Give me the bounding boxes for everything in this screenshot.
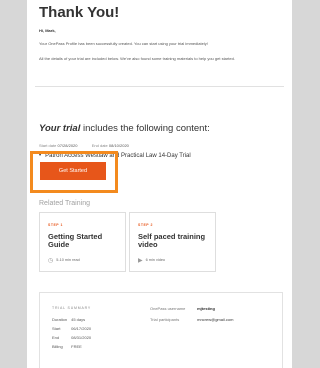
trial-heading-rest: includes the following content: xyxy=(80,123,210,134)
username-value: mjtesting xyxy=(197,306,215,311)
trial-heading: Your trial includes the following conten… xyxy=(39,123,210,134)
summary-row-duration: Duration 45 days xyxy=(52,317,85,322)
training-card-duration: 5-10 min read xyxy=(56,258,80,262)
trial-summary-heading: TRIAL SUMMARY xyxy=(52,306,91,310)
training-card-getting-started[interactable]: STEP 1 Getting Started Guide ◷ 5-10 min r… xyxy=(39,212,126,272)
training-card-video[interactable]: STEP 2 Self paced training video ▶ 6 min … xyxy=(129,212,216,272)
summary-label: Duration xyxy=(52,317,68,322)
training-card-meta: ▶ 6 min video xyxy=(138,257,165,264)
trial-dates: Start date 07/28/2020 End date 08/10/202… xyxy=(39,143,129,148)
details-paragraph: All the details of your trial are includ… xyxy=(39,56,235,61)
training-card-title: Getting Started Guide xyxy=(48,232,103,249)
summary-row-end: End 08/31/2020 xyxy=(52,335,91,340)
summary-value: 45 days xyxy=(71,317,86,322)
trial-heading-emphasis: Your trial xyxy=(39,123,81,134)
summary-value: FREE xyxy=(71,344,82,349)
training-card-title: Self paced training video xyxy=(138,232,206,249)
summary-row-start: Start 06/17/2020 xyxy=(52,326,91,331)
summary-participants: Trial participants mncrew@gmail.com xyxy=(150,317,233,322)
page-title: Thank You! xyxy=(39,4,120,21)
intro-paragraph: Your OnePass Profile has been successful… xyxy=(39,41,208,46)
play-icon: ▶ xyxy=(138,258,143,264)
summary-username: OnePass username mjtesting xyxy=(150,306,215,311)
summary-label: Start xyxy=(52,326,61,331)
greeting: Hi, Mark, xyxy=(39,28,56,33)
summary-label: Billing xyxy=(52,344,63,349)
training-card-meta: ◷ 5-10 min read xyxy=(48,257,80,264)
clock-icon: ◷ xyxy=(48,258,54,264)
end-date-value: 08/10/2020 xyxy=(108,143,129,148)
summary-value: 08/31/2020 xyxy=(71,335,92,340)
trial-summary-box: TRIAL SUMMARY Duration 45 days Start 06/… xyxy=(39,292,283,368)
training-card-duration: 6 min video xyxy=(145,258,166,262)
end-date-label: End date xyxy=(91,143,108,148)
start-date-value: 07/28/2020 xyxy=(57,143,78,148)
related-training-label: Related Training xyxy=(39,200,90,207)
summary-value: 06/17/2020 xyxy=(71,326,92,331)
email-page: Thank You! Hi, Mark, Your OnePass Profil… xyxy=(27,0,292,368)
summary-row-billing: Billing FREE xyxy=(52,344,82,349)
get-started-button[interactable]: Get Started xyxy=(40,162,106,180)
step-label: STEP 2 xyxy=(138,223,153,227)
participants-label: Trial participants xyxy=(150,317,180,322)
divider xyxy=(35,86,284,87)
step-label: STEP 1 xyxy=(48,223,63,227)
participants-value: mncrew@gmail.com xyxy=(197,317,234,322)
start-date-label: Start date xyxy=(39,143,57,148)
username-label: OnePass username xyxy=(150,306,186,311)
summary-label: End xyxy=(52,335,60,340)
